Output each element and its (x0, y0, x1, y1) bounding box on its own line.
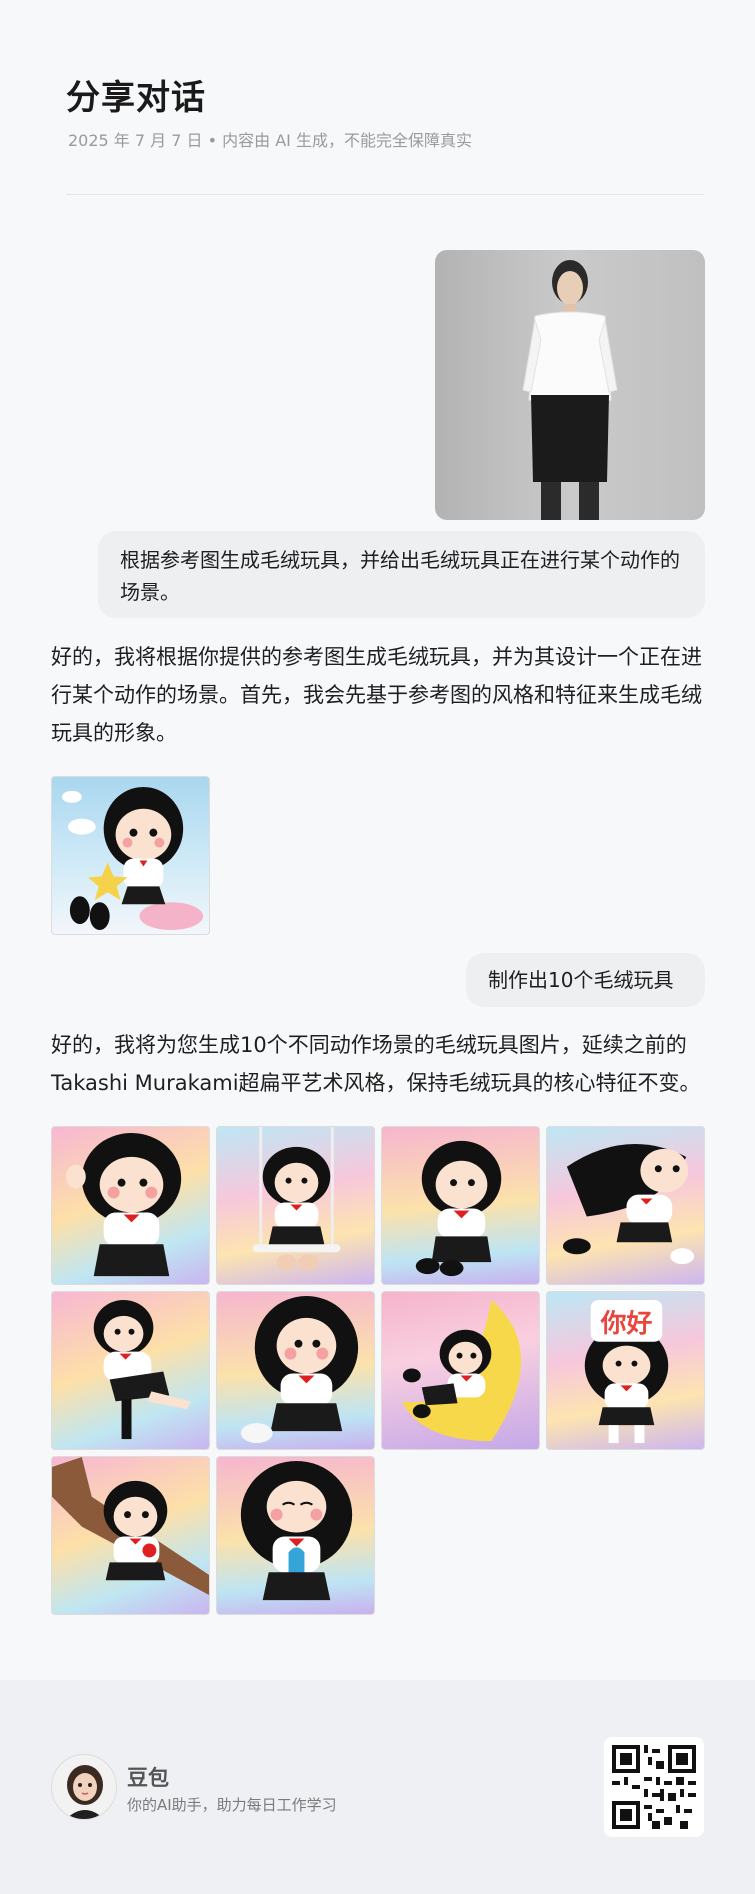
page-title: 分享对话 (66, 78, 206, 118)
gallery-image-2[interactable] (216, 1126, 375, 1285)
gallery-image-10[interactable] (216, 1456, 375, 1615)
gallery-image-6[interactable] (216, 1291, 375, 1450)
page-meta: 2025 年 7 月 7 日 • 内容由 AI 生成，不能完全保障真实 (68, 131, 472, 150)
plush-on-tree-illustration (52, 1457, 209, 1596)
plush-holding-sign-illustration: 你好 (584, 1299, 669, 1444)
hello-sign-text: 你好 (600, 1309, 653, 1339)
girl-avatar-icon (51, 1754, 117, 1820)
plush-dancing-illustration (93, 1299, 192, 1440)
plush-with-star-illustration (61, 786, 204, 931)
woman-photo-illustration (522, 260, 618, 520)
gallery-image-8[interactable]: 你好 (546, 1291, 705, 1450)
shared-conversation-page: 分享对话 2025 年 7 月 7 日 • 内容由 AI 生成，不能完全保障真实… (0, 0, 755, 1894)
plush-on-swing-illustration (252, 1127, 341, 1271)
plush-thinking-illustration (240, 1295, 359, 1444)
plush-hugging-illustration (240, 1460, 353, 1601)
plush-on-moon-illustration (401, 1299, 522, 1442)
qr-code-icon[interactable] (604, 1737, 704, 1837)
plush-running-illustration (562, 1144, 695, 1265)
header-divider (66, 194, 704, 195)
plush-kneeling-illustration (415, 1140, 502, 1277)
assistant-reply: 好的，我将根据你提供的参考图生成毛绒玩具，并为其设计一个正在进行某个动作的场景。… (51, 645, 702, 745)
user-reference-photo[interactable] (435, 250, 705, 520)
brand-name: 豆包 (127, 1766, 169, 1790)
generated-plush-image[interactable] (51, 776, 210, 935)
brand-tagline: 你的AI助手，助力每日工作学习 (127, 1796, 337, 1814)
gallery-image-5[interactable] (51, 1291, 210, 1450)
gallery-image-9[interactable] (51, 1456, 210, 1615)
gallery-image-1[interactable] (51, 1126, 210, 1285)
gallery-image-4[interactable] (546, 1126, 705, 1285)
user-message: 制作出10个毛绒玩具 (466, 953, 705, 1007)
assistant-reply: 好的，我将为您生成10个不同动作场景的毛绒玩具图片，延续之前的Takashi M… (51, 1033, 701, 1095)
plush-waving-illustration (65, 1132, 182, 1277)
user-message: 根据参考图生成毛绒玩具，并给出毛绒玩具正在进行某个动作的场景。 (98, 531, 705, 618)
gallery-image-7[interactable] (381, 1291, 540, 1450)
gallery-image-3[interactable] (381, 1126, 540, 1285)
